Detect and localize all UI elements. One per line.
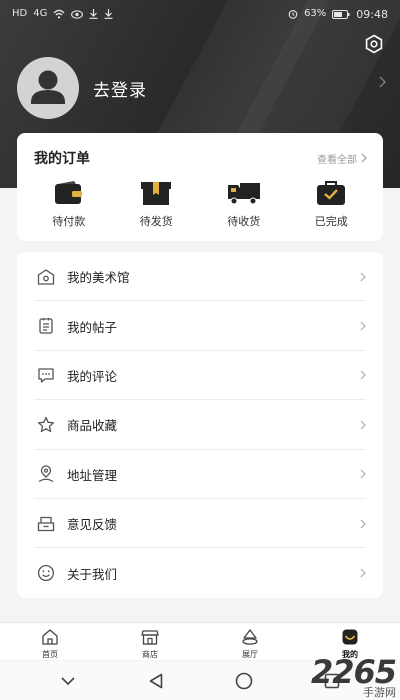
- truck-icon: [227, 183, 260, 205]
- wallet-icon: [54, 181, 82, 204]
- tab-label: 商店: [142, 650, 158, 659]
- chevron-right-icon[interactable]: [379, 76, 386, 88]
- order-label: 待发货: [139, 215, 173, 228]
- download-icon: [104, 9, 113, 19]
- menu-item-favorites[interactable]: 商品收藏: [17, 400, 383, 450]
- avatar[interactable]: [17, 57, 79, 119]
- menu-item-feedback[interactable]: 意见反馈: [17, 499, 383, 549]
- orders-title: 我的订单: [34, 151, 90, 167]
- mine-icon: [342, 629, 358, 645]
- order-pending-receipt[interactable]: 待收货: [209, 180, 279, 229]
- settings-icon[interactable]: [364, 34, 384, 54]
- chevron-right-icon: [361, 153, 367, 163]
- network-label: HD: [12, 8, 28, 19]
- tab-home[interactable]: 首页: [0, 623, 100, 660]
- nav-down-button[interactable]: [56, 669, 80, 693]
- menu-item-comments[interactable]: 我的评论: [17, 351, 383, 401]
- orders-card: 我的订单 查看全部 待付款 待发货 待收货 已完成: [17, 133, 383, 241]
- chevron-right-icon: [360, 272, 366, 282]
- status-bar: HD 4G 63% 09:48: [0, 0, 400, 28]
- nav-home-button[interactable]: [232, 669, 256, 693]
- menu-label: 商品收藏: [67, 418, 118, 434]
- shop-icon: [141, 630, 159, 645]
- user-icon: [31, 70, 65, 104]
- tab-shop[interactable]: 商店: [100, 623, 200, 660]
- smile-icon: [37, 564, 55, 582]
- order-pending-shipment[interactable]: 待发货: [121, 180, 191, 229]
- menu-label: 意见反馈: [67, 517, 118, 533]
- menu-label: 我的评论: [67, 368, 118, 384]
- network-label: 4G: [33, 8, 48, 19]
- post-icon: [39, 318, 53, 334]
- eye-icon: [71, 9, 84, 19]
- order-pending-payment[interactable]: 待付款: [34, 180, 104, 229]
- tab-hall[interactable]: 展厅: [200, 623, 300, 660]
- menu-item-address[interactable]: 地址管理: [17, 450, 383, 500]
- hall-icon: [242, 629, 258, 645]
- order-status-row: 待付款 待发货 待收货 已完成: [17, 168, 383, 229]
- menu-label: 地址管理: [67, 467, 118, 483]
- status-left: HD 4G: [12, 9, 113, 19]
- view-all-label[interactable]: 查看全部: [317, 151, 357, 166]
- nav-back-button[interactable]: [144, 669, 168, 693]
- feedback-icon: [37, 516, 55, 531]
- clock: 09:48: [356, 7, 388, 21]
- tab-label: 首页: [42, 650, 58, 659]
- watermark-number: 2265: [310, 653, 397, 691]
- tab-label: 展厅: [242, 650, 258, 659]
- login-entry[interactable]: 去登录: [17, 57, 147, 119]
- menu-item-museum[interactable]: 我的美术馆: [17, 252, 383, 302]
- menu-label: 我的美术馆: [67, 270, 130, 286]
- wifi-icon: [53, 9, 65, 19]
- order-label: 待收货: [227, 215, 261, 228]
- comment-icon: [38, 368, 54, 384]
- home-icon: [42, 629, 58, 645]
- watermark-text: 手游网: [363, 686, 396, 699]
- order-completed[interactable]: 已完成: [296, 180, 366, 229]
- site-watermark: 2265 手游网: [310, 653, 397, 699]
- view-all-orders-link[interactable]: 查看全部: [317, 151, 367, 166]
- menu-item-posts[interactable]: 我的帖子: [17, 301, 383, 352]
- chevron-right-icon: [360, 371, 366, 380]
- back-triangle-icon: [149, 673, 163, 688]
- order-label: 待付款: [52, 215, 86, 228]
- box-icon: [141, 182, 172, 205]
- chevron-right-icon: [360, 519, 366, 529]
- chevron-down-icon: [61, 676, 75, 685]
- location-icon: [38, 465, 54, 483]
- chevron-right-icon: [360, 568, 366, 578]
- menu-label: 关于我们: [67, 566, 118, 582]
- download-icon: [89, 9, 98, 19]
- menu-item-about[interactable]: 关于我们: [17, 548, 383, 597]
- menu-label: 我的帖子: [67, 319, 118, 335]
- battery-icon: [332, 9, 350, 19]
- order-label: 已完成: [314, 215, 348, 228]
- menu-card: 我的美术馆 我的帖子 我的评论 商品收藏 地址管理 意见反馈 关于我们: [17, 252, 383, 598]
- chevron-right-icon: [360, 420, 366, 430]
- alarm-icon: [288, 10, 298, 19]
- battery-percent: 63%: [304, 8, 327, 19]
- orders-header: 我的订单 查看全部: [17, 133, 383, 168]
- museum-icon: [37, 268, 55, 285]
- home-circle-icon: [235, 672, 253, 689]
- chevron-right-icon: [360, 469, 366, 479]
- status-right: 63% 09:48: [288, 9, 388, 20]
- check-bag-icon: [317, 181, 346, 205]
- star-icon: [37, 416, 55, 433]
- login-label[interactable]: 去登录: [93, 76, 147, 101]
- chevron-right-icon: [360, 321, 366, 331]
